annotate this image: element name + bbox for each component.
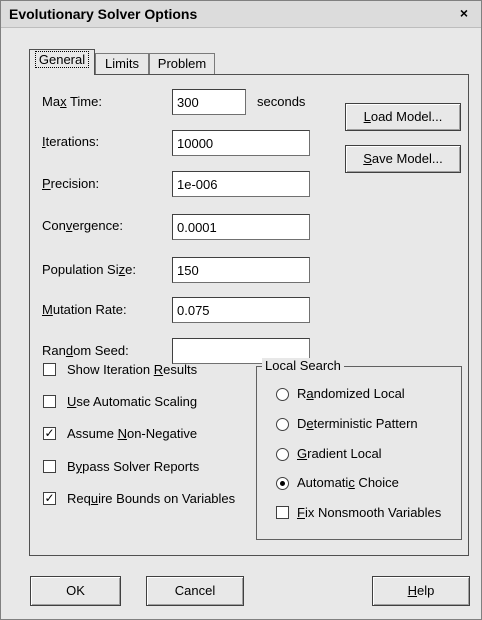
- ok-button[interactable]: OK: [30, 576, 121, 606]
- gradient-local-label: Gradient Local: [297, 446, 382, 461]
- fix-nonsmooth-variables-checkbox[interactable]: [276, 506, 289, 519]
- dialog-title: Evolutionary Solver Options: [9, 6, 198, 22]
- cancel-button[interactable]: Cancel: [146, 576, 244, 606]
- checkmark-icon: ✓: [44, 426, 55, 440]
- tab-problem[interactable]: Problem: [149, 53, 215, 75]
- random-seed-label: Random Seed:: [42, 343, 129, 358]
- use-automatic-scaling-checkbox[interactable]: [43, 395, 56, 408]
- mutation-rate-field[interactable]: [172, 297, 310, 323]
- load-model-button[interactable]: Load Model...: [345, 103, 461, 131]
- iterations-label: Iterations:: [42, 134, 100, 149]
- close-icon[interactable]: ×: [456, 5, 472, 21]
- max-time-unit: seconds: [257, 94, 306, 109]
- fix-nonsmooth-variables-label: Fix Nonsmooth Variables: [297, 505, 442, 520]
- randomized-local-radio[interactable]: [276, 388, 289, 401]
- bypass-solver-reports-label: Bypass Solver Reports: [67, 459, 200, 474]
- assume-non-negative-label: Assume Non-Negative: [67, 426, 198, 441]
- show-iteration-results-checkbox[interactable]: [43, 363, 56, 376]
- use-automatic-scaling-label: Use Automatic Scaling: [67, 394, 198, 409]
- require-bounds-label: Require Bounds on Variables: [67, 491, 236, 506]
- population-size-field[interactable]: [172, 257, 310, 283]
- randomized-local-label: Randomized Local: [297, 386, 405, 401]
- mutation-rate-label: Mutation Rate:: [42, 302, 127, 317]
- local-search-group: Local Search Randomized Local Determinis…: [256, 358, 462, 540]
- tab-limits[interactable]: Limits: [95, 53, 149, 75]
- require-bounds-checkbox[interactable]: ✓: [43, 492, 56, 505]
- checkmark-icon: ✓: [44, 491, 55, 505]
- max-time-label: Max Time:: [42, 94, 102, 109]
- tab-limits-label: Limits: [105, 56, 139, 71]
- bypass-solver-reports-checkbox[interactable]: [43, 460, 56, 473]
- save-model-button[interactable]: Save Model...: [345, 145, 461, 173]
- convergence-field[interactable]: [172, 214, 310, 240]
- deterministic-pattern-radio[interactable]: [276, 418, 289, 431]
- deterministic-pattern-label: Deterministic Pattern: [297, 416, 418, 431]
- tab-general[interactable]: General: [29, 49, 95, 75]
- help-button[interactable]: Help: [372, 576, 470, 606]
- max-time-field[interactable]: [172, 89, 246, 115]
- iterations-field[interactable]: [172, 130, 310, 156]
- local-search-legend: Local Search: [262, 358, 344, 373]
- radio-selected-dot: [280, 481, 285, 486]
- evolutionary-solver-options-dialog: Evolutionary Solver Options × General Li…: [0, 0, 482, 620]
- precision-field[interactable]: [172, 171, 310, 197]
- title-bar: Evolutionary Solver Options ×: [1, 1, 481, 28]
- automatic-choice-radio[interactable]: [276, 477, 289, 490]
- general-tab-panel: Max Time: seconds Iterations: Precision:…: [29, 74, 469, 556]
- tab-general-label: General: [34, 51, 90, 68]
- tab-problem-label: Problem: [157, 56, 207, 71]
- automatic-choice-label: Automatic Choice: [297, 475, 399, 490]
- assume-non-negative-checkbox[interactable]: ✓: [43, 427, 56, 440]
- gradient-local-radio[interactable]: [276, 448, 289, 461]
- show-iteration-results-label: Show Iteration Results: [67, 362, 198, 377]
- convergence-label: Convergence:: [42, 218, 123, 233]
- population-size-label: Population Size:: [42, 262, 136, 277]
- precision-label: Precision:: [42, 176, 100, 191]
